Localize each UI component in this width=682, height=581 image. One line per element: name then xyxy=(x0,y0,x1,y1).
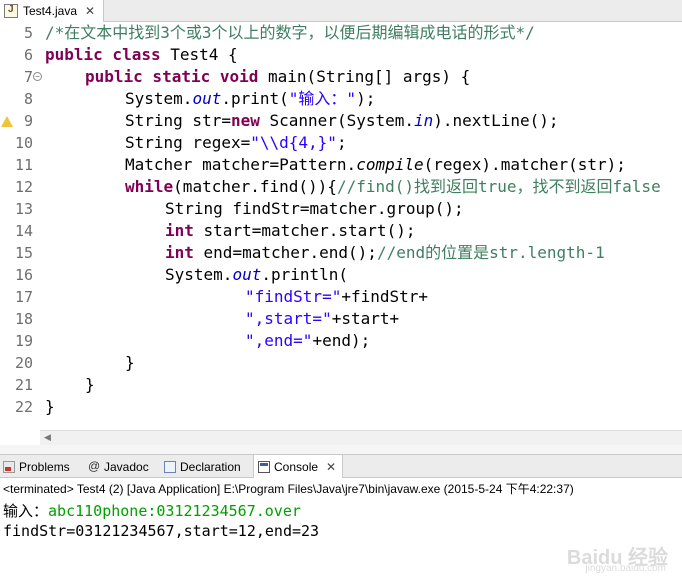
line-number: 22 xyxy=(14,398,33,416)
line-number: 6 xyxy=(23,46,33,64)
javadoc-icon xyxy=(88,459,100,473)
code-line-14: int start=matcher.start(); xyxy=(165,221,416,240)
java-file-icon xyxy=(4,4,18,18)
declaration-icon xyxy=(164,460,176,473)
code-editor[interactable]: 5 6 7 8 9 10 11 12 13 14 15 16 17 18 19 … xyxy=(0,22,682,430)
line-number: 15 xyxy=(14,244,33,262)
line-number: 13 xyxy=(14,200,33,218)
console-input-line: 输入：abc110phone:03121234567.over xyxy=(3,502,301,520)
baidu-watermark: Baidu 经验 jingyan.baidu.com xyxy=(566,547,668,574)
line-number: 14 xyxy=(14,222,33,240)
fold-collapse-icon[interactable]: − xyxy=(33,72,42,81)
panel-divider xyxy=(0,445,682,454)
line-number: 7 xyxy=(23,68,33,86)
code-line-12: while(matcher.find()){//find()找到返回true，找… xyxy=(125,177,661,196)
line-number: 8 xyxy=(23,90,33,108)
code-line-6: public class Test4 { xyxy=(45,45,238,64)
code-line-10: String regex="\\d{4,}"; xyxy=(125,133,347,152)
console-output-line: findStr=03121234567,start=12,end=23 xyxy=(3,522,320,540)
line-number: 19 xyxy=(14,332,33,350)
console-icon xyxy=(258,460,270,473)
code-line-16: System.out.println( xyxy=(165,265,349,284)
code-line-15: int end=matcher.end();//end的位置是str.lengt… xyxy=(165,243,605,262)
line-number: 17 xyxy=(14,288,33,306)
scroll-left-icon[interactable]: ◀ xyxy=(44,432,51,443)
code-line-5: /*在文本中找到3个或3个以上的数字，以便后期编辑成电话的形式*/ xyxy=(45,23,535,42)
code-line-22: } xyxy=(45,397,55,416)
code-line-17: "findStr="+findStr+ xyxy=(245,287,429,306)
line-number: 5 xyxy=(23,24,33,42)
annotation-ruler xyxy=(0,22,12,430)
line-number: 9 xyxy=(23,112,33,130)
editor-tab-label: Test4.java xyxy=(23,4,78,18)
line-number: 16 xyxy=(14,266,33,284)
code-line-8: System.out.print("输入："); xyxy=(125,89,376,108)
line-number: 18 xyxy=(14,310,33,328)
code-line-11: Matcher matcher=Pattern.compile(regex).m… xyxy=(125,155,626,174)
editor-tab-bar: Test4.java ✕ xyxy=(0,0,682,22)
line-number: 21 xyxy=(14,376,33,394)
line-number: 20 xyxy=(14,354,33,372)
console-user-input: abc110phone:03121234567.over xyxy=(48,502,301,520)
code-line-7: public static void main(String[] args) { xyxy=(85,67,471,86)
horizontal-scrollbar[interactable]: ◀ xyxy=(40,430,682,445)
close-tab-icon[interactable]: ✕ xyxy=(85,4,95,18)
close-console-icon[interactable]: ✕ xyxy=(326,460,336,474)
code-line-13: String findStr=matcher.group(); xyxy=(165,199,464,218)
code-line-19: ",end="+end); xyxy=(245,331,371,350)
panel-tab-bar: Problems Javadoc Declaration Console ✕ xyxy=(0,454,682,478)
line-number: 12 xyxy=(14,178,33,196)
tab-javadoc[interactable]: Javadoc xyxy=(88,455,149,478)
warning-icon[interactable] xyxy=(1,116,13,127)
line-number: 11 xyxy=(14,156,33,174)
code-line-18: ",start="+start+ xyxy=(245,309,400,328)
tab-console[interactable]: Console ✕ xyxy=(253,455,344,478)
editor-tab-test4-java[interactable]: Test4.java ✕ xyxy=(0,0,104,22)
tab-declaration[interactable]: Declaration xyxy=(164,455,241,478)
code-line-20: } xyxy=(125,353,135,372)
code-line-9: String str=new Scanner(System.in).nextLi… xyxy=(125,111,559,130)
tab-problems[interactable]: Problems xyxy=(3,455,70,478)
console-status: <terminated> Test4 (2) [Java Application… xyxy=(3,482,574,496)
problems-icon xyxy=(3,460,15,473)
line-number: 10 xyxy=(14,134,33,152)
code-line-21: } xyxy=(85,375,95,394)
